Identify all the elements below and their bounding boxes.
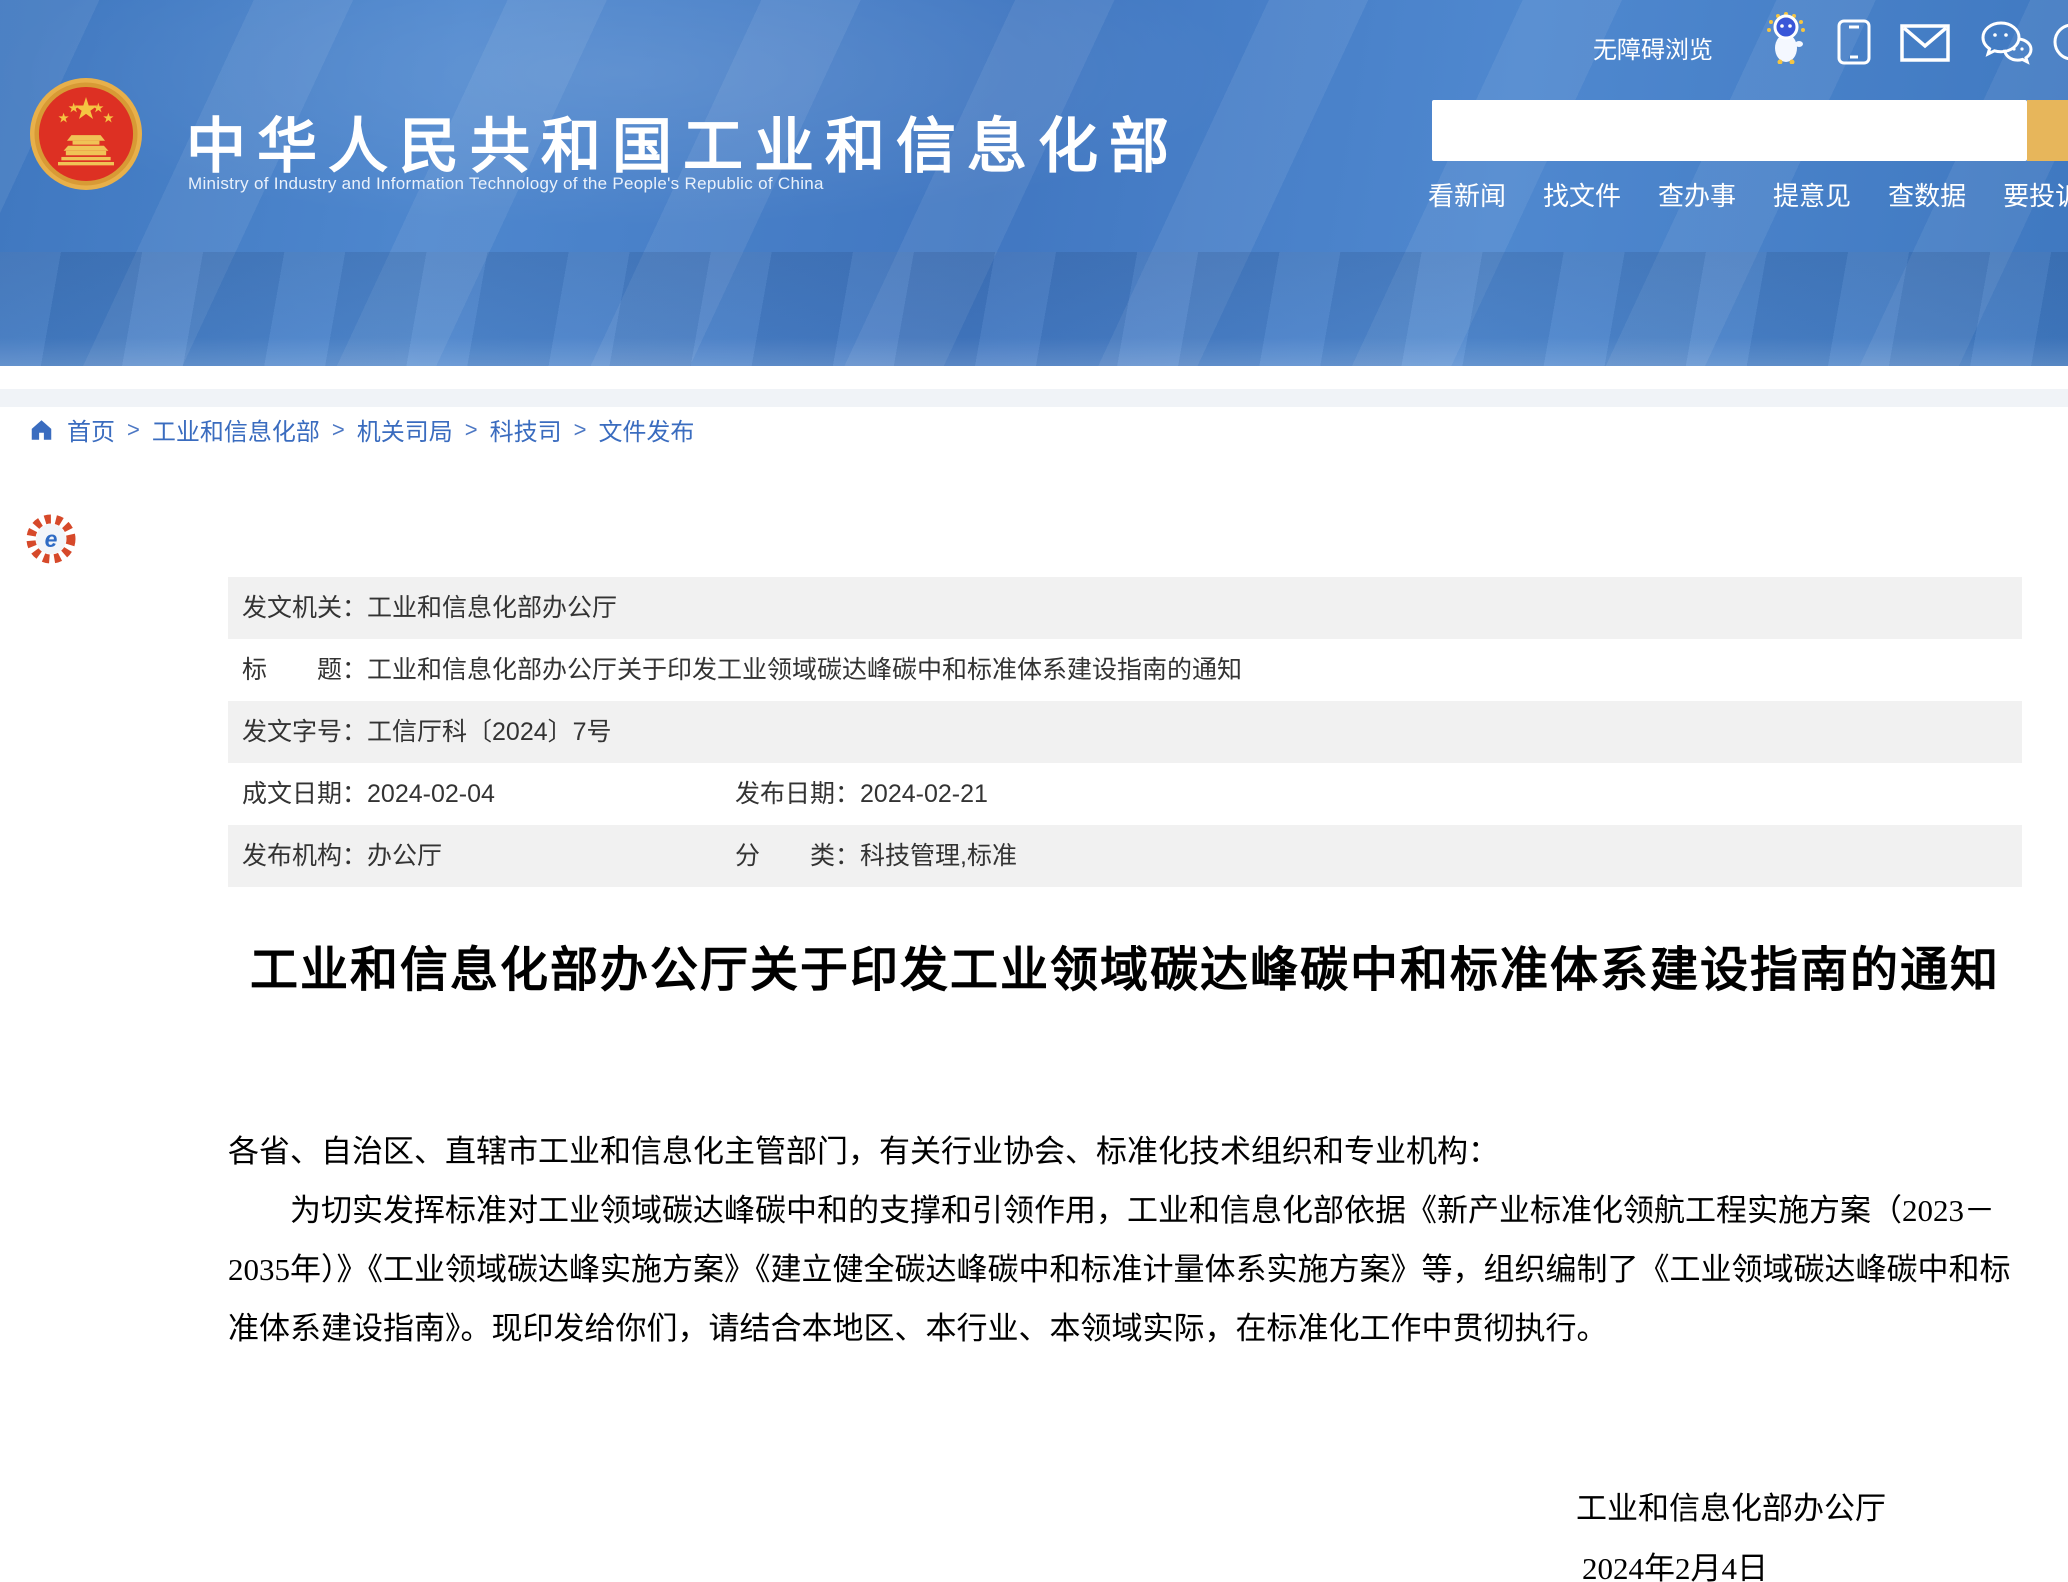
meta-label: 成文日期： <box>242 780 367 808</box>
nav-item-miit[interactable]: 工业和信息化部 <box>189 520 420 568</box>
breadcrumb-tech[interactable]: 科技司 <box>490 412 562 447</box>
breadcrumb-separator: > <box>465 417 478 443</box>
meta-label: 发布日期： <box>735 780 860 808</box>
meta-row-publisher: 发布机构：办公厅 分 类：科技管理,标准 <box>228 825 2022 887</box>
nav-item-topics[interactable]: 专题 <box>2038 520 2068 568</box>
meta-value: 工业和信息化部办公厅关于印发工业领域碳达峰碳中和标准体系建设指南的通知 <box>367 656 1242 684</box>
national-emblem-icon <box>30 78 142 190</box>
document-meta-table: 发文机关：工业和信息化部办公厅 标 题：工业和信息化部办公厅关于印发工业领域碳达… <box>228 577 2022 887</box>
meta-value: 工信厅科〔2024〕7号 <box>367 718 612 746</box>
svg-text:e: e <box>45 526 58 552</box>
meta-label: 发布机构： <box>242 842 367 870</box>
nav-item-gov-open[interactable]: 政务公开 <box>874 520 1006 568</box>
meta-value: 工业和信息化部办公厅 <box>367 594 617 622</box>
signature-date: 2024年2月4日 <box>1582 1543 1768 1582</box>
accessibility-link[interactable]: 无障碍浏览 <box>1593 30 1713 65</box>
clipped-circle-icon[interactable] <box>2052 22 2068 62</box>
meta-value: 2024-02-04 <box>367 780 495 808</box>
quick-link-news[interactable]: 看新闻 <box>1428 176 1506 213</box>
site-header: 中华人民共和国工业和信息化部 Ministry of Industry and … <box>0 0 2068 366</box>
page: 中华人民共和国工业和信息化部 Ministry of Industry and … <box>0 0 2068 1582</box>
meta-value: 科技管理,标准 <box>860 842 1017 870</box>
breadcrumb-docs[interactable]: 文件发布 <box>598 412 694 447</box>
breadcrumb-separator: > <box>574 417 587 443</box>
quick-link-files[interactable]: 找文件 <box>1543 176 1621 213</box>
wechat-icon[interactable] <box>1980 20 2034 66</box>
breadcrumb-miit[interactable]: 工业和信息化部 <box>152 412 320 447</box>
paragraph-salutation: 各省、自治区、直辖市工业和信息化主管部门，有关行业协会、标准化技术组织和专业机构… <box>228 1122 2022 1181</box>
breadcrumb-depts[interactable]: 机关司局 <box>357 412 453 447</box>
mobile-icon[interactable] <box>1836 18 1872 66</box>
breadcrumb-separator: > <box>332 417 345 443</box>
quick-link-data[interactable]: 查数据 <box>1888 176 1966 213</box>
ministry-title[interactable]: 中华人民共和国工业和信息化部 <box>186 98 1180 185</box>
meta-label: 标 题： <box>242 656 367 684</box>
meta-label: 发文机关： <box>242 594 367 622</box>
breadcrumb: 首页 > 工业和信息化部 > 机关司局 > 科技司 > 文件发布 <box>28 412 694 447</box>
meta-value: 办公厅 <box>367 842 442 870</box>
meta-row-issuing-agency: 发文机关：工业和信息化部办公厅 <box>228 577 2022 639</box>
robot-assistant-icon[interactable] <box>1763 12 1809 64</box>
quick-links: 看新闻 找文件 查办事 提意见 查数据 要投诉 <box>1428 176 2068 213</box>
quick-link-services[interactable]: 查办事 <box>1658 176 1736 213</box>
nav-item-news[interactable]: 新闻动态 <box>584 520 716 568</box>
breadcrumb-separator: > <box>127 417 140 443</box>
quick-link-feedback[interactable]: 提意见 <box>1773 176 1851 213</box>
paragraph-main: 为切实发挥标准对工业领域碳达峰碳中和的支撑和引领作用，工业和信息化部依据《新产业… <box>228 1181 2022 1358</box>
signature-agency: 工业和信息化部办公厅 <box>1576 1483 1886 1528</box>
document-title: 工业和信息化部办公厅关于印发工业领域碳达峰碳中和标准体系建设指南的通知 <box>228 930 2022 1000</box>
home-icon[interactable] <box>28 417 55 443</box>
nav-item-gov-svc[interactable]: 政务服务 <box>1164 520 1296 568</box>
search-input[interactable] <box>1432 100 2027 161</box>
nav-item-public[interactable]: 公众参与 <box>1457 520 1589 568</box>
mail-icon[interactable] <box>1900 24 1950 62</box>
meta-row-doc-number: 发文字号：工信厅科〔2024〕7号 <box>228 701 2022 763</box>
breadcrumb-home[interactable]: 首页 <box>67 412 115 447</box>
search-button[interactable] <box>2027 100 2068 161</box>
meta-row-dates: 成文日期：2024-02-04 发布日期：2024-02-21 <box>228 763 2022 825</box>
meta-value: 2024-02-21 <box>860 780 988 808</box>
ministry-subtitle-en: Ministry of Industry and Information Tec… <box>188 174 824 194</box>
meta-label: 分 类： <box>735 842 860 870</box>
nav-item-data[interactable]: 工信数据 <box>1754 520 1886 568</box>
document-body: 各省、自治区、直辖市工业和信息化主管部门，有关行业协会、标准化技术组织和专业机构… <box>228 1122 2022 1358</box>
quick-link-complaint[interactable]: 要投诉 <box>2003 176 2068 213</box>
miit-gear-logo-icon: e <box>26 514 76 564</box>
content-top-band <box>0 389 2068 407</box>
meta-row-title: 标 题：工业和信息化部办公厅关于印发工业领域碳达峰碳中和标准体系建设指南的通知 <box>228 639 2022 701</box>
meta-label: 发文字号： <box>242 718 367 746</box>
main-nav: e 工业和信息化部 新闻动态 政务公开 政务服务 公众参与 工信数据 专题 <box>0 252 2068 366</box>
